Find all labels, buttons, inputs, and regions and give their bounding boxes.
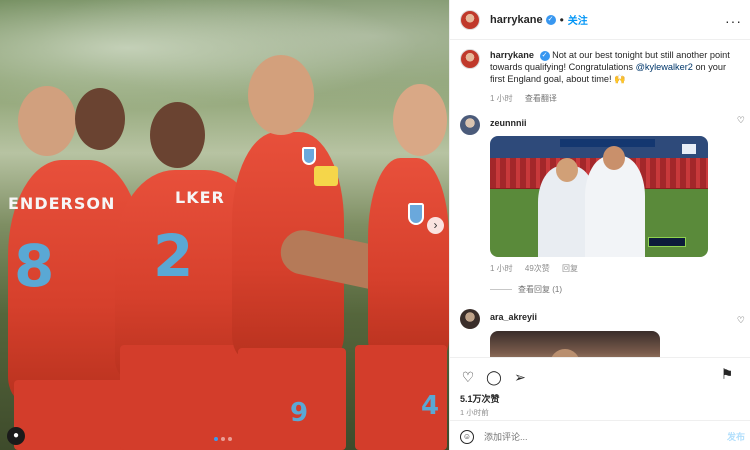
translate-link[interactable]: 查看翻译 (525, 94, 557, 103)
comment-username[interactable]: ara_akreyii (490, 312, 537, 322)
view-replies-label[interactable]: 查看回复 (1) (518, 284, 562, 295)
instagram-post-modal: ENDERSON 8 LKER 2 9 4 › ● harrykane ✓ • … (0, 0, 750, 450)
player-shorts (120, 345, 245, 450)
header-username[interactable]: harrykane (490, 14, 543, 26)
divider (490, 289, 512, 290)
avatar[interactable] (460, 9, 480, 30)
heart-icon[interactable]: ♡ (460, 369, 476, 385)
post-header: harrykane ✓ • 关注 ··· (450, 0, 750, 40)
player-shorts: 9 (238, 348, 346, 450)
share-icon[interactable]: ➢ (512, 369, 528, 385)
heart-icon[interactable]: ♡ (737, 115, 745, 126)
carousel-dot (221, 437, 225, 441)
image-subject (550, 349, 580, 357)
reply-button[interactable]: 回复 (562, 264, 578, 273)
emoji-icon[interactable]: ☺ (460, 429, 474, 444)
player-number: 8 (14, 232, 55, 300)
likes-count[interactable]: 5.1万次赞 (450, 388, 750, 405)
player-number: 4 (421, 391, 440, 421)
england-crest (408, 203, 424, 225)
post-time-ago: 1 小时前 (460, 408, 489, 417)
comment-meta: 1 小时 49次赞 回复 (490, 263, 720, 274)
verified-badge-icon: ✓ (539, 50, 550, 61)
tv-logo (682, 144, 696, 154)
player-shorts: 4 (355, 345, 447, 450)
caption-username[interactable]: harrykane (490, 50, 534, 60)
person-icon[interactable]: ● (7, 427, 25, 445)
comment-likes[interactable]: 49次赞 (525, 264, 550, 273)
chevron-right-icon[interactable]: › (427, 217, 444, 234)
player-name: LKER (175, 188, 225, 207)
player-number: 2 (153, 222, 194, 290)
comment-image[interactable] (490, 331, 660, 357)
player-head (248, 55, 314, 135)
carousel-dot (228, 437, 232, 441)
captain-armband (314, 166, 338, 186)
player-head (393, 84, 447, 156)
bookmark-icon[interactable]: ⚑ (719, 366, 735, 382)
player-kane-tottenham (585, 156, 645, 257)
broadcast-bar (560, 139, 655, 147)
add-comment-bar: ☺ 发布 (450, 420, 750, 450)
player-head (603, 146, 625, 170)
add-comment-input[interactable] (484, 431, 684, 442)
comment-body: ara_akreyii (490, 309, 720, 357)
comment-image[interactable] (490, 136, 708, 257)
player-head (556, 158, 578, 182)
view-replies[interactable]: 查看回复 (1) (490, 284, 750, 295)
post-photo[interactable]: ENDERSON 8 LKER 2 9 4 › ● (0, 0, 449, 450)
comments-scroll-area[interactable]: harrykane ✓ Not at our best tonight but … (450, 41, 750, 357)
avatar[interactable] (460, 309, 480, 329)
follow-button[interactable]: 关注 (568, 12, 588, 27)
comment-body: zeunnnii 1 小时 49次赞 回复 (490, 115, 720, 274)
separator-dot: • (559, 12, 564, 27)
post-side-panel: harrykane ✓ • 关注 ··· harrykane ✓ Not at … (449, 0, 750, 450)
post-comment-button[interactable]: 发布 (727, 430, 745, 443)
scoreboard (648, 237, 686, 247)
comment-icon[interactable]: ◯ (486, 369, 502, 385)
carousel-dots (214, 437, 232, 441)
caption-time: 1 小时 (490, 94, 513, 103)
player-head (75, 88, 125, 150)
ellipsis-icon[interactable]: ··· (725, 13, 742, 29)
heart-icon[interactable]: ♡ (737, 315, 745, 326)
player-head (18, 86, 76, 156)
post-footer: ♡ ◯ ➢ ⚑ 5.1万次赞 1 小时前 ☺ 发布 (450, 357, 750, 444)
caption-mention[interactable]: @kylewalker2 (636, 62, 693, 72)
player-rice (368, 158, 449, 358)
avatar[interactable] (460, 49, 480, 69)
comment: ara_akreyii ♡ (450, 309, 750, 357)
caption-meta: 1 小时 查看翻译 (490, 93, 741, 105)
comment-time: 1 小时 (490, 264, 513, 273)
comment-username[interactable]: zeunnnii (490, 118, 527, 128)
england-crest (302, 147, 316, 165)
comment: zeunnnii 1 小时 49次赞 回复 ♡ (450, 115, 750, 274)
player-head (150, 102, 205, 168)
player-name: ENDERSON (8, 194, 116, 213)
verified-badge-icon: ✓ (545, 14, 556, 25)
caption-body: harrykane ✓ Not at our best tonight but … (490, 49, 741, 105)
action-bar: ♡ ◯ ➢ ⚑ (450, 358, 750, 388)
player-number: 9 (290, 398, 309, 428)
post-caption: harrykane ✓ Not at our best tonight but … (450, 41, 750, 105)
avatar[interactable] (460, 115, 480, 135)
carousel-dot (214, 437, 218, 441)
